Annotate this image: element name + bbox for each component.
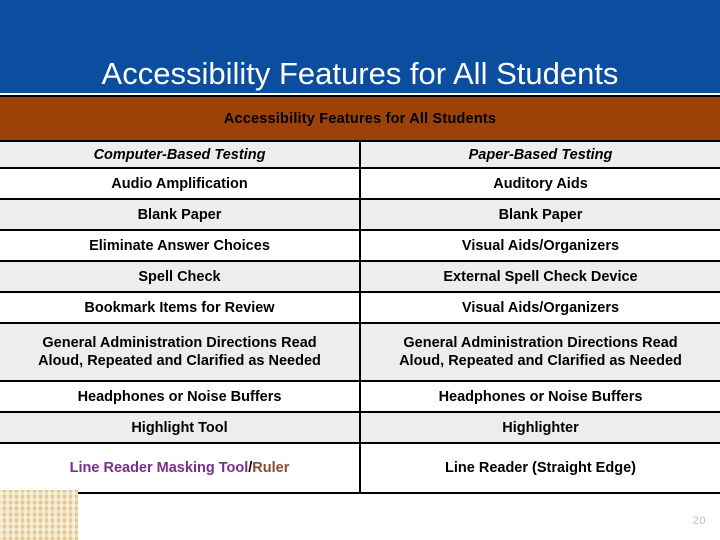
slide-banner: Accessibility Features for All Students [0,0,720,93]
table-row: Headphones or Noise Buffers Headphones o… [0,380,720,413]
cell-computer-highlight-tool: Highlight Tool [0,411,361,444]
accessibility-features-table: Accessibility Features for All Students … [0,95,720,494]
corner-decoration-swatch [0,490,78,540]
table-banner-title: Accessibility Features for All Students [0,95,720,142]
column-header-paper-based-testing: Paper-Based Testing [359,140,720,169]
table-row: Eliminate Answer Choices Visual Aids/Org… [0,229,720,262]
cell-computer-eliminate-answer-choices: Eliminate Answer Choices [0,229,361,262]
table-row: Spell Check External Spell Check Device [0,260,720,293]
cell-computer-audio-amplification: Audio Amplification [0,167,361,200]
cell-computer-line-reader-masking-tool-ruler: Line Reader Masking Tool/Ruler [0,442,361,494]
cell-paper-visual-aids-organizers-2: Visual Aids/Organizers [359,291,720,324]
cell-computer-spell-check: Spell Check [0,260,361,293]
line-1: General Administration Directions Read [403,335,678,351]
cell-computer-headphones-or-noise-buffers: Headphones or Noise Buffers [0,380,361,413]
cell-paper-visual-aids-organizers: Visual Aids/Organizers [359,229,720,262]
line-1: General Administration Directions Read [42,335,317,351]
page-number: 20 [692,515,706,527]
cell-paper-highlighter: Highlighter [359,411,720,444]
cell-paper-external-spell-check-device: External Spell Check Device [359,260,720,293]
cell-paper-auditory-aids: Auditory Aids [359,167,720,200]
cell-paper-general-administration-directions: General Administration Directions Read A… [359,322,720,382]
slide-title: Accessibility Features for All Students [101,56,619,91]
table-banner-row: Accessibility Features for All Students [0,95,720,142]
table-row: Highlight Tool Highlighter [0,411,720,444]
column-header-computer-based-testing: Computer-Based Testing [0,140,361,169]
table-row: Bookmark Items for Review Visual Aids/Or… [0,291,720,324]
line-2: Aloud, Repeated and Clarified as Needed [38,353,321,369]
line-2: Aloud, Repeated and Clarified as Needed [399,353,682,369]
cell-computer-general-administration-directions: General Administration Directions Read A… [0,322,361,382]
cell-paper-line-reader-straight-edge: Line Reader (Straight Edge) [359,442,720,494]
table-header-row: Computer-Based Testing Paper-Based Testi… [0,140,720,169]
table-row: Line Reader Masking Tool/Ruler Line Read… [0,442,720,494]
table-row: Audio Amplification Auditory Aids [0,167,720,200]
cell-computer-blank-paper: Blank Paper [0,198,361,231]
text-line-reader-masking-tool: Line Reader Masking Tool [69,460,249,476]
table-row: Blank Paper Blank Paper [0,198,720,231]
text-ruler: Ruler [252,460,290,476]
cell-paper-blank-paper: Blank Paper [359,198,720,231]
table-row: General Administration Directions Read A… [0,322,720,382]
cell-computer-bookmark-items-for-review: Bookmark Items for Review [0,291,361,324]
cell-paper-headphones-or-noise-buffers: Headphones or Noise Buffers [359,380,720,413]
